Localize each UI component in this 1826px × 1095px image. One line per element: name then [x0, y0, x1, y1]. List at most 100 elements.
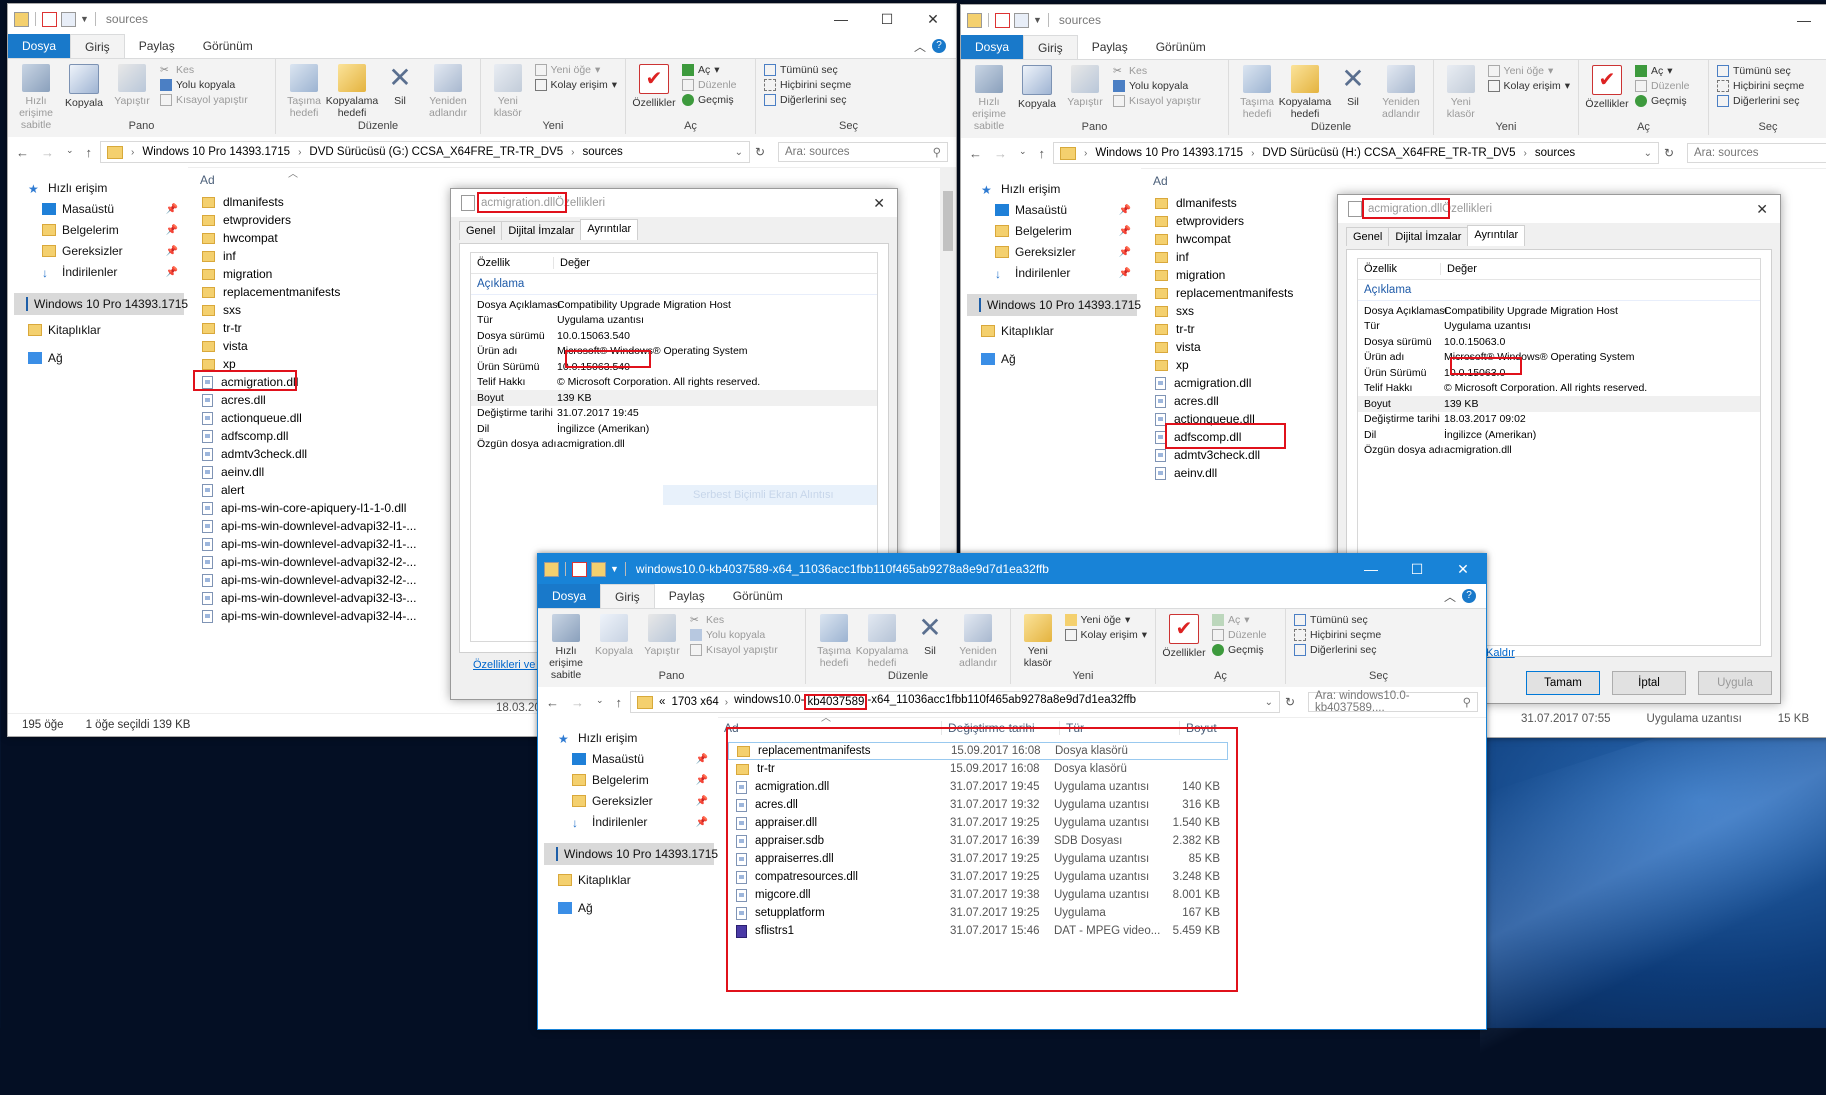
list-item[interactable]: acres.dll	[1155, 392, 1219, 410]
refresh-icon[interactable]: ↻	[1280, 695, 1300, 709]
pin-icon[interactable]: 📌	[696, 754, 708, 765]
list-item[interactable]: migration	[202, 265, 272, 283]
tab-share[interactable]: Paylaş	[1078, 35, 1142, 59]
back-arrow-icon[interactable]: ←	[16, 145, 29, 160]
nav-desktop[interactable]: Masaüstü 📌	[572, 752, 718, 766]
list-item[interactable]: replacementmanifests	[1155, 284, 1293, 302]
column-property[interactable]: Özellik	[1358, 263, 1441, 275]
copy-to-button[interactable]: Kopyalama hedefi	[856, 612, 908, 669]
address-bar[interactable]: › Windows 10 Pro 14393.1715 › DVD Sürücüs…	[1053, 142, 1659, 164]
tab-digital-signatures[interactable]: Dijital İmzalar	[1388, 227, 1469, 246]
copy-path-button[interactable]: Yolu kopyala	[690, 629, 778, 641]
nav-this-pc[interactable]: Windows 10 Pro 14393.1715	[967, 294, 1141, 316]
list-item[interactable]: dlmanifests	[202, 193, 284, 211]
new-folder-icon[interactable]	[591, 561, 606, 577]
nav-quick-access[interactable]: ★ Hızlı erişim	[28, 181, 107, 196]
crumb-drive[interactable]: DVD Sürücüsü (G:) CCSA_X64FRE_TR-TR_DV5	[309, 146, 563, 158]
pin-icon[interactable]: 📌	[166, 225, 178, 236]
move-to-button[interactable]: Taşıma hedefi	[280, 62, 328, 119]
crumb-drive[interactable]: DVD Sürücüsü (H:) CCSA_X64FRE_TR-TR_DV5	[1262, 147, 1515, 159]
pin-icon[interactable]: 📌	[166, 246, 178, 257]
list-item[interactable]: replacementmanifests	[202, 283, 340, 301]
pin-icon[interactable]: 📌	[166, 267, 178, 278]
select-all-button[interactable]: Tümünü seç	[764, 64, 851, 76]
copy-button[interactable]: Kopyala	[1013, 63, 1061, 110]
nav-desktop[interactable]: Masaüstü 📌	[42, 202, 188, 216]
crumb-folder-prefix[interactable]: windows10.0-	[734, 694, 804, 710]
delete-button[interactable]: ✕ Sil	[376, 62, 424, 108]
rename-button[interactable]: Yeniden adlandır	[1377, 63, 1425, 120]
new-folder-button[interactable]: Yeni klasör	[485, 62, 531, 119]
list-item[interactable]: etwproviders	[202, 211, 291, 229]
easy-access-button[interactable]: Kolay erişim ▾	[534, 79, 617, 91]
column-value[interactable]: Değer	[554, 257, 590, 269]
select-none-button[interactable]: Hiçbirini seçme	[764, 79, 851, 91]
chevron-down-icon[interactable]: ⌄	[735, 147, 743, 158]
paste-shortcut-button[interactable]: Kısayol yapıştır	[160, 94, 248, 106]
ok-button[interactable]: Tamam	[1526, 671, 1600, 695]
pin-icon[interactable]: 📌	[166, 204, 178, 215]
back-arrow-icon[interactable]: ←	[546, 695, 559, 710]
copy-button[interactable]: Kopyala	[590, 612, 638, 657]
address-bar[interactable]: › Windows 10 Pro 14393.1715 › DVD Sürücüs…	[100, 141, 750, 163]
nav-quick-access[interactable]: ★ Hızlı erişim	[558, 731, 637, 746]
open-button[interactable]: Aç ▾	[1212, 614, 1267, 626]
crumb-kb-highlight[interactable]: kb4037589	[804, 694, 868, 710]
chevron-down-icon[interactable]: ⌄	[1265, 697, 1273, 708]
close-icon[interactable]: ✕	[1756, 201, 1780, 218]
copy-to-button[interactable]: Kopyalama hedefi	[326, 62, 378, 119]
edit-button[interactable]: Düzenle	[1212, 629, 1267, 641]
list-item[interactable]: alert	[202, 481, 244, 499]
crumb-overflow[interactable]: «	[659, 696, 665, 708]
collapse-ribbon-icon[interactable]: ︿	[914, 38, 926, 55]
tab-home[interactable]: Giriş	[70, 33, 125, 59]
help-icon[interactable]: ?	[1462, 589, 1476, 603]
tab-file[interactable]: Dosya	[8, 34, 71, 58]
paste-shortcut-button[interactable]: Kısayol yapıştır	[1113, 95, 1201, 107]
paste-shortcut-button[interactable]: Kısayol yapıştır	[690, 644, 778, 656]
list-item[interactable]: tr-tr	[202, 319, 242, 337]
search-box[interactable]: Ara: sources ⚲	[778, 142, 948, 162]
list-item[interactable]: inf	[202, 247, 236, 265]
history-button[interactable]: Geçmiş	[682, 94, 737, 106]
customize-toolbar-chevron-icon[interactable]: ▼	[80, 14, 89, 24]
column-header-name[interactable]: Ad	[1153, 174, 1168, 188]
nav-this-pc[interactable]: Windows 10 Pro 14393.1715	[544, 843, 718, 865]
list-item[interactable]: adfscomp.dll	[202, 427, 288, 445]
paste-button[interactable]: Yapıştır	[638, 612, 686, 657]
refresh-icon[interactable]: ↻	[750, 145, 770, 159]
title-bar[interactable]: ▼ sources —	[961, 5, 1826, 35]
list-item[interactable]: aeinv.dll	[1155, 464, 1217, 482]
new-item-button[interactable]: Yeni öğe ▾	[1064, 614, 1147, 626]
nav-quick-access[interactable]: ★ Hızlı erişim	[981, 182, 1060, 197]
properties-button[interactable]: ✔ Özellikler	[630, 62, 678, 109]
select-all-button[interactable]: Tümünü seç	[1294, 614, 1381, 626]
paste-button[interactable]: Yapıştır	[108, 62, 156, 107]
history-button[interactable]: Geçmiş	[1635, 95, 1690, 107]
tab-file[interactable]: Dosya	[961, 35, 1024, 59]
list-item[interactable]: api-ms-win-downlevel-advapi32-l2-...	[202, 553, 416, 571]
close-icon[interactable]: ✕	[1440, 561, 1486, 578]
recent-chevron-icon[interactable]: ⌄	[66, 145, 74, 160]
maximize-icon[interactable]: ☐	[864, 11, 910, 28]
new-folder-icon[interactable]	[61, 11, 76, 27]
select-none-button[interactable]: Hiçbirini seçme	[1294, 629, 1381, 641]
recent-chevron-icon[interactable]: ⌄	[596, 695, 604, 710]
properties-button[interactable]: ✔ Özellikler	[1583, 63, 1631, 110]
list-item[interactable]: xp	[1155, 356, 1189, 374]
pin-icon[interactable]: 📌	[696, 775, 708, 786]
open-button[interactable]: Aç ▾	[682, 64, 737, 76]
recent-chevron-icon[interactable]: ⌄	[1019, 146, 1027, 161]
search-box[interactable]: Ara: windows10.0-kb4037589.... ⚲	[1308, 690, 1478, 714]
nav-documents[interactable]: Belgelerim 📌	[572, 773, 718, 787]
select-all-button[interactable]: Tümünü seç	[1717, 65, 1804, 77]
search-box[interactable]: Ara: sources	[1687, 143, 1826, 163]
copy-path-button[interactable]: Yolu kopyala	[160, 79, 248, 91]
tab-details[interactable]: Ayrıntılar	[580, 219, 639, 240]
forward-arrow-icon[interactable]: →	[571, 695, 584, 710]
pin-icon[interactable]: 📌	[1119, 226, 1131, 237]
new-folder-icon[interactable]	[1014, 12, 1029, 28]
properties-icon[interactable]	[42, 11, 57, 27]
nav-network[interactable]: Ağ	[981, 352, 1016, 366]
address-bar[interactable]: « 1703 x64 › windows10.0- kb4037589 -x64_11…	[630, 691, 1280, 713]
